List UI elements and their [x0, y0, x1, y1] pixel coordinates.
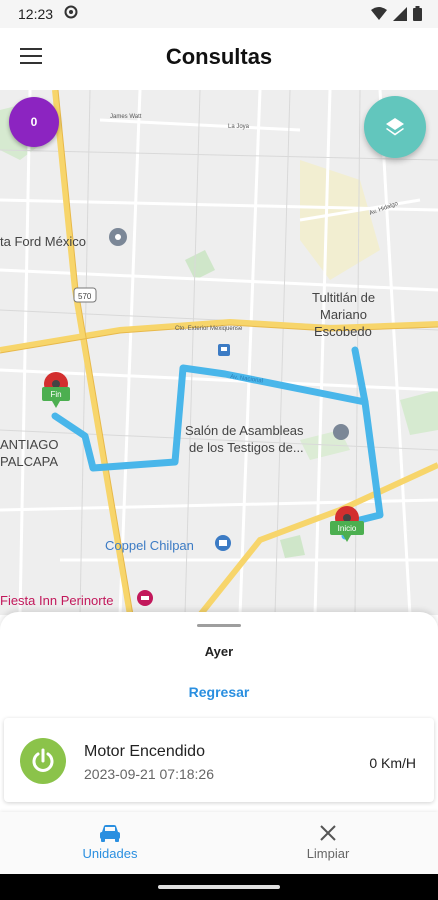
shopping-icon: [215, 535, 231, 551]
poi-pin-icon: [109, 228, 127, 246]
bus-stop-icon: [218, 344, 230, 356]
close-icon: [320, 825, 336, 841]
home-indicator[interactable]: [158, 885, 280, 889]
system-nav-bar: [0, 874, 438, 900]
cluster-badge[interactable]: 0: [9, 97, 59, 147]
power-icon: [20, 738, 66, 784]
map-label-tultitlan-1: Tultitlán de: [312, 290, 375, 305]
nav-units-label: Unidades: [82, 846, 138, 861]
end-marker[interactable]: Fin: [42, 372, 70, 408]
layers-icon: [386, 118, 404, 136]
page-title: Consultas: [165, 44, 273, 69]
map-label-la-joya: La Joya: [228, 124, 250, 130]
map-label-ford: ta Ford México: [0, 234, 86, 249]
hotel-icon: [137, 590, 153, 606]
map-label-santiago-1: ANTIAGO: [0, 437, 59, 452]
back-link[interactable]: Regresar: [0, 684, 438, 700]
map-label-av-nacional: Av. Nacional: [230, 374, 264, 385]
event-speed: 0 Km/H: [369, 755, 416, 771]
event-name: Motor Encendido: [84, 743, 205, 760]
sheet-handle[interactable]: [197, 624, 241, 627]
day-label: Ayer: [204, 644, 234, 659]
bottom-nav: Unidades Limpiar: [0, 812, 438, 874]
car-icon: [100, 825, 120, 842]
status-time: 12:23: [18, 6, 54, 22]
nav-clear-label: Limpiar: [306, 846, 350, 861]
map-label-circuito: Cto. Exterior Mexiquense: [175, 326, 243, 332]
signal-icon: [393, 6, 407, 21]
map-label-coppel: Coppel Chilpan: [105, 538, 194, 553]
settings-icon: [64, 5, 78, 19]
status-bar: 12:23: [0, 0, 438, 28]
svg-text:570: 570: [78, 292, 92, 301]
event-card[interactable]: Motor Encendido 2023-09-21 07:18:26 0 Km…: [4, 718, 434, 802]
end-marker-label: Fin: [50, 390, 61, 399]
map-label-james-watt: James Watt: [110, 114, 142, 120]
layers-button[interactable]: [364, 96, 426, 158]
map-label-salon-2: de los Testigos de...: [189, 440, 304, 455]
app-bar: Consultas: [0, 28, 438, 91]
nav-units[interactable]: Unidades: [50, 820, 170, 861]
map-label-santiago-2: PALCAPA: [0, 454, 58, 469]
battery-icon: [413, 6, 422, 21]
map-canvas[interactable]: James Watt La Joya Av. Hidalgo Cto. Exte…: [0, 90, 438, 615]
status-icons: [371, 6, 422, 21]
poi-pin-icon: [333, 424, 349, 440]
wifi-icon: [371, 6, 387, 20]
event-timestamp: 2023-09-21 07:18:26: [84, 766, 214, 782]
route-shield: 570: [73, 287, 97, 303]
map-label-fiesta: Fiesta Inn Perinorte: [0, 593, 113, 608]
map-label-salon-1: Salón de Asambleas: [185, 423, 304, 438]
map-label-tultitlan-2: Mariano: [320, 307, 367, 322]
events-sheet: Ayer Regresar Motor Encendido 2023-09-21…: [0, 612, 438, 812]
map-label-tultitlan-3: Escobedo: [314, 324, 372, 339]
start-marker-label: Inicio: [338, 524, 357, 533]
map-view[interactable]: James Watt La Joya Av. Hidalgo Cto. Exte…: [0, 90, 438, 615]
nav-clear[interactable]: Limpiar: [268, 820, 388, 861]
